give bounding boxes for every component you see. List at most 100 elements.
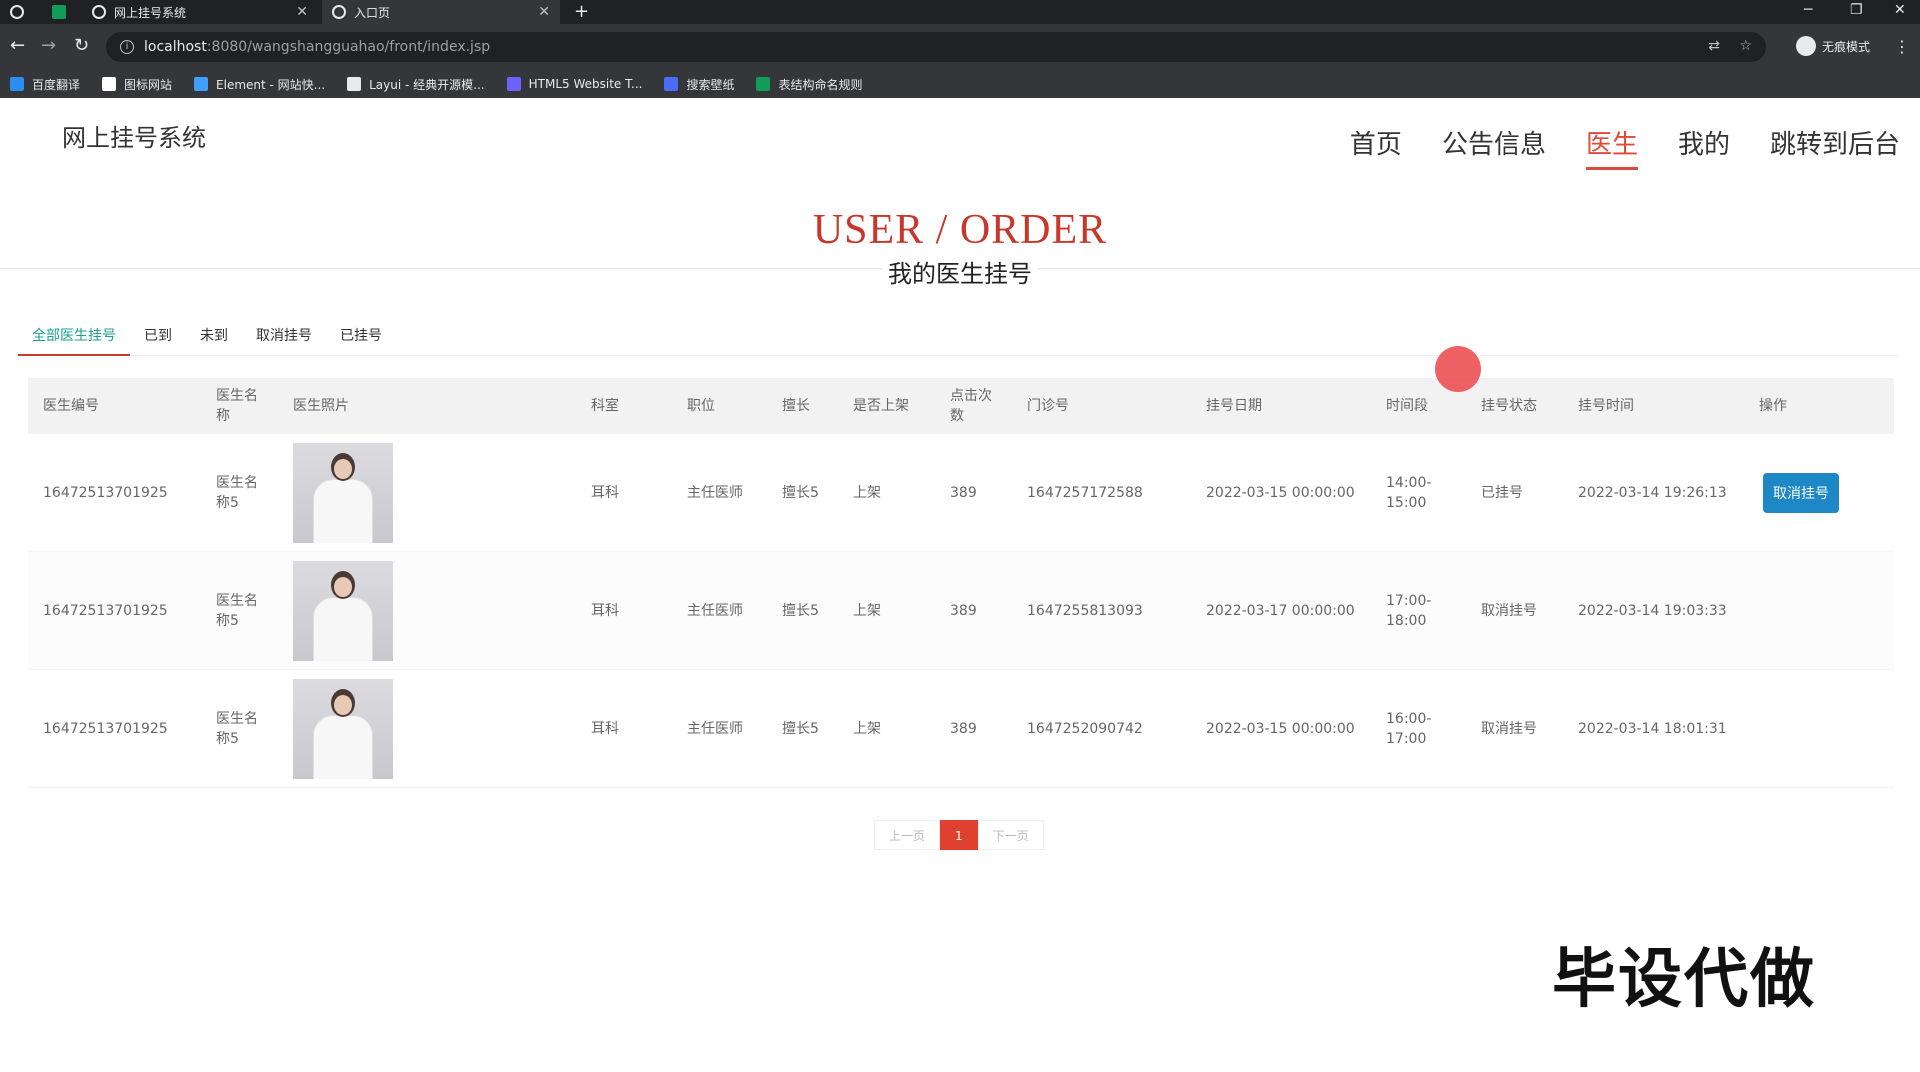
bookmark-label: 百度翻译 <box>32 77 81 92</box>
incognito-indicator[interactable]: 无痕模式 ⋮ <box>1796 36 1910 56</box>
registration-status: 取消挂号 <box>1481 602 1537 619</box>
close-icon[interactable]: ✕ <box>296 4 308 20</box>
department: 耳科 <box>591 720 619 737</box>
browser-tab-pinned-2[interactable] <box>42 0 80 24</box>
column-header: 擅长 <box>782 398 810 414</box>
flag-icon <box>102 77 117 91</box>
column-header: 是否上架 <box>853 398 909 414</box>
page-number-button[interactable]: 1 <box>940 820 978 850</box>
column-header: 挂号日期 <box>1206 398 1262 414</box>
html5-icon <box>506 77 521 91</box>
column-header: 时间段 <box>1386 398 1428 414</box>
position: 主任医师 <box>687 484 743 501</box>
browser-tab-entry[interactable]: 入口页 ✕ <box>322 0 560 24</box>
close-window-icon[interactable]: ✕ <box>1894 2 1906 18</box>
doctor-name: 医生名称5 <box>216 474 258 511</box>
bookmark-label: HTML5 Website T... <box>528 77 643 91</box>
tab-title: 网上挂号系统 <box>114 5 187 20</box>
globe-icon <box>10 5 24 19</box>
next-page-button[interactable]: 下一页 <box>977 820 1044 850</box>
bookmark-item[interactable]: 搜索壁纸 <box>664 76 734 93</box>
globe-icon <box>332 5 346 19</box>
bookmark-star-icon[interactable]: ☆ <box>1739 38 1752 54</box>
time-slot: 17:00-18:00 <box>1386 592 1432 629</box>
tab-title: 入口页 <box>354 5 391 20</box>
bookmark-item[interactable]: 百度翻译 <box>10 76 80 93</box>
close-icon[interactable]: ✕ <box>538 4 550 20</box>
column-header: 医生照片 <box>293 398 349 414</box>
address-bar-row: ← → ↻ i localhost:8080/wangshangguahao/f… <box>0 24 1920 70</box>
layui-icon <box>347 77 362 91</box>
minimize-icon[interactable]: ─ <box>1804 2 1812 18</box>
doctor-id: 16472513701925 <box>43 720 168 737</box>
translate-icon[interactable]: ⇄ <box>1708 38 1720 54</box>
browser-tab-registration[interactable]: 网上挂号系统 ✕ <box>82 0 318 24</box>
browser-tab-pinned-1[interactable] <box>0 0 40 24</box>
restore-icon[interactable]: ❐ <box>1850 2 1863 18</box>
doctor-id: 16472513701925 <box>43 484 168 501</box>
clinic-number: 1647255813093 <box>1027 602 1143 619</box>
reload-icon[interactable]: ↻ <box>74 35 89 56</box>
table-row: 16472513701925 医生名称5 耳科 主任医师 擅长5 上架 389 … <box>28 670 1894 788</box>
bookmark-item[interactable]: Layui - 经典开源模... <box>347 76 485 93</box>
tab-all[interactable]: 全部医生挂号 <box>18 324 130 356</box>
nav-item-home[interactable]: 首页 <box>1350 124 1402 170</box>
back-icon[interactable]: ← <box>10 35 25 56</box>
site-title[interactable]: 网上挂号系统 <box>62 118 206 153</box>
department: 耳科 <box>591 602 619 619</box>
url-path: :8080/wangshangguahao/front/index.jsp <box>206 39 491 55</box>
registration-status: 已挂号 <box>1481 484 1523 501</box>
menu-kebab-icon[interactable]: ⋮ <box>1894 37 1910 56</box>
browser-tab-strip: 网上挂号系统 ✕ 入口页 ✕ + ─ ❐ ✕ <box>0 0 1920 24</box>
bookmark-item[interactable]: 图标网站 <box>102 76 172 93</box>
forward-icon[interactable]: → <box>41 35 56 56</box>
time-slot: 16:00-17:00 <box>1386 710 1432 747</box>
bookmark-item[interactable]: HTML5 Website T... <box>506 77 643 91</box>
pagination: 上一页 1 下一页 <box>874 820 1044 850</box>
column-header: 挂号状态 <box>1481 398 1537 414</box>
bookmark-item[interactable]: 表结构命名规则 <box>756 76 862 93</box>
tab-arrived[interactable]: 已到 <box>130 324 186 356</box>
banner-chinese-title: 我的医生挂号 <box>882 260 1038 288</box>
cancel-registration-button[interactable]: 取消挂号 <box>1763 472 1839 513</box>
registration-time: 2022-03-14 19:26:13 <box>1578 484 1727 501</box>
table-header: 医生编号 医生名称 医生照片 科室 职位 擅长 是否上架 点击次数 门诊号 挂号… <box>28 378 1894 434</box>
nav-item-mine[interactable]: 我的 <box>1678 124 1730 170</box>
bookmark-label: Layui - 经典开源模... <box>369 77 485 92</box>
globe-icon <box>92 5 106 19</box>
url-host: localhost <box>144 39 207 55</box>
bookmark-icon <box>10 77 24 91</box>
banner-english-title: USER / ORDER <box>812 207 1108 253</box>
table-row: 16472513701925 医生名称5 耳科 主任医师 擅长5 上架 389 … <box>28 552 1894 670</box>
tab-cancelled[interactable]: 取消挂号 <box>242 324 326 356</box>
element-icon <box>194 77 209 91</box>
bookmark-item[interactable]: Element - 网站快... <box>194 76 325 93</box>
mouse-cursor-highlight <box>1435 346 1481 392</box>
time-slot: 14:00-15:00 <box>1386 474 1432 511</box>
bookmark-label: 图标网站 <box>124 77 173 92</box>
position: 主任医师 <box>687 720 743 737</box>
new-tab-button[interactable]: + <box>574 1 589 22</box>
nav-item-doctors[interactable]: 医生 <box>1585 124 1638 170</box>
nav-item-backend[interactable]: 跳转到后台 <box>1770 124 1900 170</box>
nav-item-announcements[interactable]: 公告信息 <box>1442 124 1546 170</box>
info-icon[interactable]: i <box>120 40 134 54</box>
prev-page-button[interactable]: 上一页 <box>874 820 941 850</box>
column-header: 科室 <box>591 398 619 414</box>
doctor-photo <box>293 678 393 779</box>
column-header: 医生编号 <box>43 398 99 414</box>
specialty: 擅长5 <box>782 484 819 501</box>
wallpaper-icon <box>664 77 679 91</box>
tab-not-arrived[interactable]: 未到 <box>186 324 242 356</box>
registration-time: 2022-03-14 19:03:33 <box>1578 602 1727 619</box>
bookmark-label: 表结构命名规则 <box>778 77 863 92</box>
listed-status: 上架 <box>853 720 881 737</box>
main-nav: 首页 公告信息 医生 我的 跳转到后台 <box>1310 124 1900 170</box>
column-header: 职位 <box>687 398 715 414</box>
registration-date: 2022-03-15 00:00:00 <box>1206 720 1355 737</box>
column-header: 操作 <box>1759 398 1787 414</box>
tab-registered[interactable]: 已挂号 <box>326 324 396 356</box>
doctor-name: 医生名称5 <box>216 710 258 747</box>
registration-date: 2022-03-15 00:00:00 <box>1206 484 1355 501</box>
url-input[interactable]: i localhost:8080/wangshangguahao/front/i… <box>106 32 1766 62</box>
